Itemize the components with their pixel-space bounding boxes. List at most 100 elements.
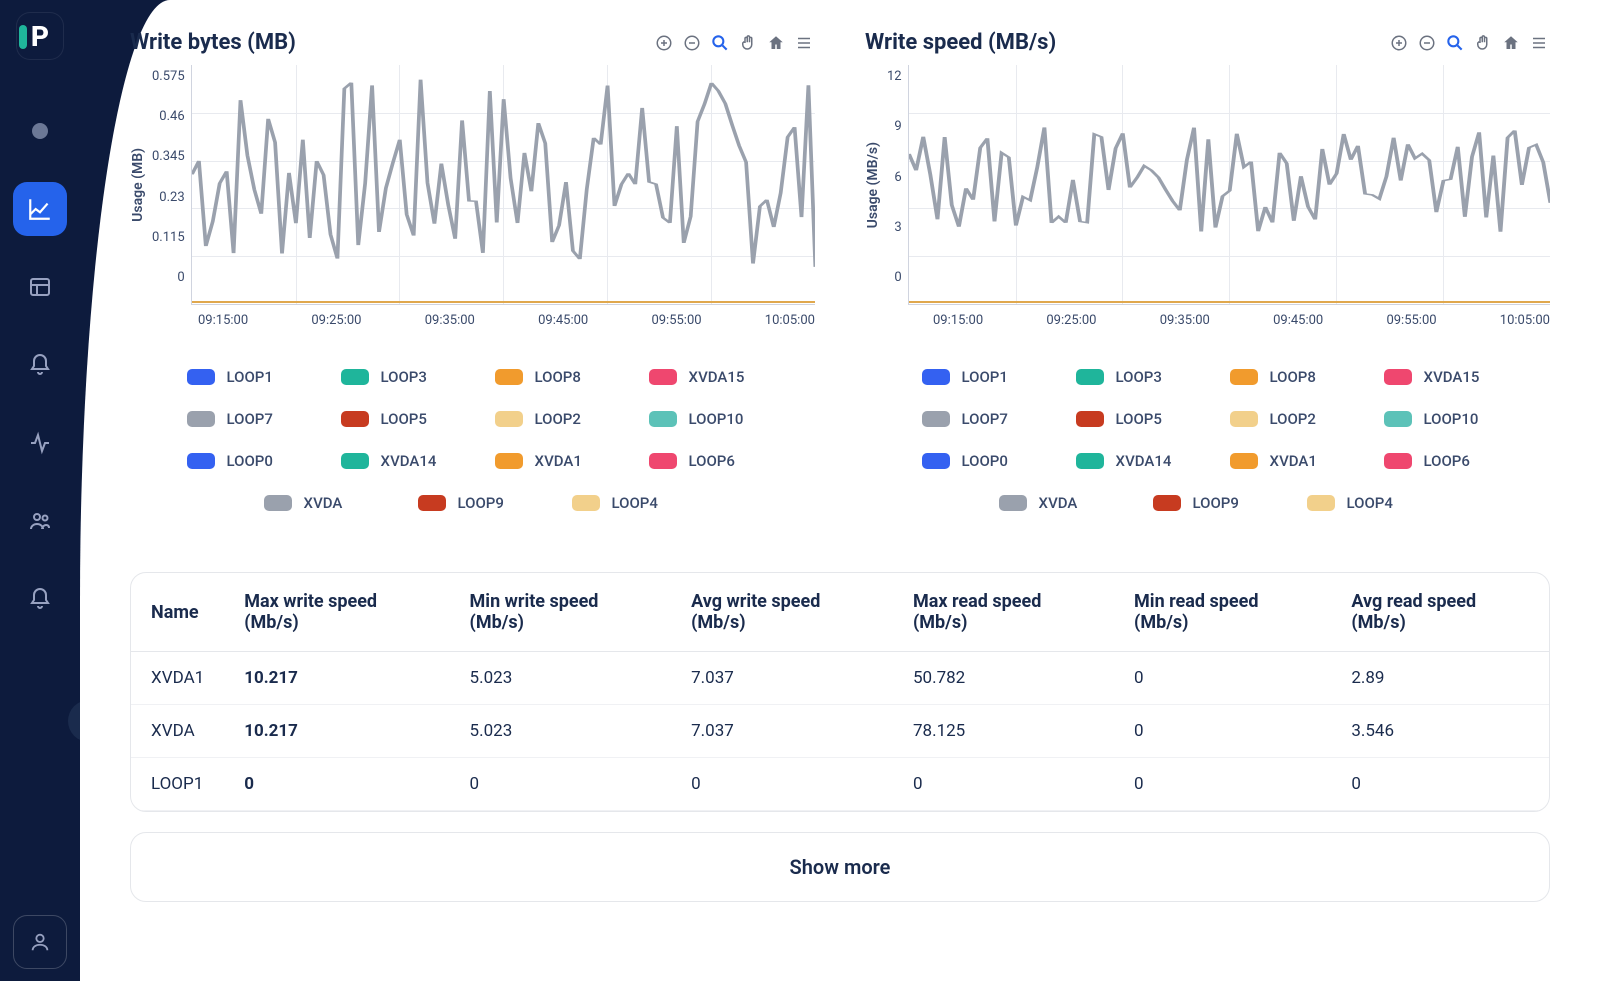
chart-toolbar bbox=[653, 32, 815, 54]
table-cell: 0 bbox=[450, 758, 672, 811]
menu-button[interactable] bbox=[793, 32, 815, 54]
minus-circle-icon bbox=[1418, 34, 1436, 52]
table-cell: 7.037 bbox=[671, 705, 893, 758]
legend-swatch bbox=[495, 411, 523, 427]
sidebar-item-alerts[interactable] bbox=[13, 338, 67, 392]
legend-label: LOOP1 bbox=[227, 368, 273, 386]
table-cell: 0 bbox=[224, 758, 449, 811]
chart-legend: LOOP1 LOOP3 LOOP8 XVDA15 LOOP7 LOOP5 LOOP2 LOOP… bbox=[130, 368, 815, 512]
sidebar-item-users[interactable] bbox=[13, 494, 67, 548]
legend-item-loop2[interactable]: LOOP2 bbox=[495, 410, 605, 428]
reset-button[interactable] bbox=[1500, 32, 1522, 54]
legend-swatch bbox=[341, 411, 369, 427]
legend-item-loop1[interactable]: LOOP1 bbox=[187, 368, 297, 386]
legend-label: LOOP5 bbox=[1116, 410, 1162, 428]
legend-swatch bbox=[1230, 453, 1258, 469]
legend-item-loop10[interactable]: LOOP10 bbox=[1384, 410, 1494, 428]
legend-swatch bbox=[1076, 411, 1104, 427]
legend-item-loop9[interactable]: LOOP9 bbox=[418, 494, 528, 512]
legend-item-loop4[interactable]: LOOP4 bbox=[572, 494, 682, 512]
reset-button[interactable] bbox=[765, 32, 787, 54]
legend-item-loop5[interactable]: LOOP5 bbox=[341, 410, 451, 428]
legend-label: LOOP3 bbox=[1116, 368, 1162, 386]
zoom-in-button[interactable] bbox=[653, 32, 675, 54]
legend-item-loop9[interactable]: LOOP9 bbox=[1153, 494, 1263, 512]
sidebar-nav bbox=[13, 104, 67, 626]
main-content: Write bytes (MB) Usage (MB) 0.5750.460 bbox=[80, 0, 1600, 932]
legend-swatch bbox=[649, 411, 677, 427]
table-row: XVDA110.2175.0237.03750.78202.89 bbox=[131, 652, 1549, 705]
legend-label: LOOP4 bbox=[612, 494, 658, 512]
zoom-in-button[interactable] bbox=[1388, 32, 1410, 54]
chart-plot-area[interactable] bbox=[191, 65, 815, 305]
sidebar-item-dashboard[interactable] bbox=[13, 260, 67, 314]
zoom-out-button[interactable] bbox=[681, 32, 703, 54]
legend-swatch bbox=[1076, 369, 1104, 385]
table-cell: 5.023 bbox=[450, 705, 672, 758]
legend-item-loop1[interactable]: LOOP1 bbox=[922, 368, 1032, 386]
chart-line-icon bbox=[27, 196, 53, 222]
sidebar: P bbox=[0, 0, 80, 981]
legend-swatch bbox=[341, 369, 369, 385]
pan-button[interactable] bbox=[737, 32, 759, 54]
chart-title: Write bytes (MB) bbox=[130, 30, 296, 55]
legend-item-loop7[interactable]: LOOP7 bbox=[922, 410, 1032, 428]
legend-item-xvda14[interactable]: XVDA14 bbox=[1076, 452, 1186, 470]
legend-swatch bbox=[1384, 369, 1412, 385]
legend-label: LOOP10 bbox=[689, 410, 744, 428]
legend-item-loop3[interactable]: LOOP3 bbox=[341, 368, 451, 386]
legend-swatch bbox=[341, 453, 369, 469]
sidebar-item-activity[interactable] bbox=[13, 416, 67, 470]
table-cell: 0 bbox=[1114, 652, 1331, 705]
legend-item-loop10[interactable]: LOOP10 bbox=[649, 410, 759, 428]
legend-label: LOOP7 bbox=[227, 410, 273, 428]
sidebar-item-metrics[interactable] bbox=[13, 182, 67, 236]
legend-label: LOOP6 bbox=[1424, 452, 1470, 470]
table-header: Avg write speed (Mb/s) bbox=[671, 573, 893, 652]
legend-item-xvda[interactable]: XVDA bbox=[264, 494, 374, 512]
zoom-selection-button[interactable] bbox=[709, 32, 731, 54]
sidebar-item-account[interactable] bbox=[13, 915, 67, 969]
sidebar-item-notifications[interactable] bbox=[13, 572, 67, 626]
legend-item-xvda1[interactable]: XVDA1 bbox=[1230, 452, 1340, 470]
chart-write-bytes: Write bytes (MB) Usage (MB) 0.5750.460 bbox=[130, 30, 815, 512]
table-header: Name bbox=[131, 573, 224, 652]
legend-item-xvda15[interactable]: XVDA15 bbox=[649, 368, 759, 386]
legend-item-xvda1[interactable]: XVDA1 bbox=[495, 452, 605, 470]
menu-button[interactable] bbox=[1528, 32, 1550, 54]
legend-item-loop0[interactable]: LOOP0 bbox=[922, 452, 1032, 470]
pan-button[interactable] bbox=[1472, 32, 1494, 54]
table-cell: 78.125 bbox=[893, 705, 1114, 758]
chart-plot-area[interactable] bbox=[908, 65, 1550, 305]
legend-item-xvda14[interactable]: XVDA14 bbox=[341, 452, 451, 470]
zoom-selection-button[interactable] bbox=[1444, 32, 1466, 54]
x-axis-ticks: 09:15:0009:25:0009:35:0009:45:0009:55:00… bbox=[198, 305, 815, 328]
legend-label: XVDA15 bbox=[689, 368, 745, 386]
legend-label: LOOP9 bbox=[1193, 494, 1239, 512]
legend-item-loop8[interactable]: LOOP8 bbox=[495, 368, 605, 386]
legend-item-loop0[interactable]: LOOP0 bbox=[187, 452, 297, 470]
sidebar-item-status[interactable] bbox=[13, 104, 67, 158]
search-icon bbox=[710, 33, 730, 53]
home-icon bbox=[767, 34, 785, 52]
legend-label: LOOP8 bbox=[535, 368, 581, 386]
table-cell: XVDA bbox=[131, 705, 224, 758]
legend-item-xvda[interactable]: XVDA bbox=[999, 494, 1109, 512]
legend-swatch bbox=[922, 369, 950, 385]
zoom-out-button[interactable] bbox=[1416, 32, 1438, 54]
legend-swatch bbox=[922, 453, 950, 469]
show-more-button[interactable]: Show more bbox=[130, 832, 1550, 902]
legend-item-loop5[interactable]: LOOP5 bbox=[1076, 410, 1186, 428]
stats-table: NameMax write speed (Mb/s)Min write spee… bbox=[130, 572, 1550, 812]
legend-item-loop7[interactable]: LOOP7 bbox=[187, 410, 297, 428]
legend-item-loop3[interactable]: LOOP3 bbox=[1076, 368, 1186, 386]
legend-item-loop4[interactable]: LOOP4 bbox=[1307, 494, 1417, 512]
legend-item-loop6[interactable]: LOOP6 bbox=[1384, 452, 1494, 470]
legend-item-loop8[interactable]: LOOP8 bbox=[1230, 368, 1340, 386]
minus-circle-icon bbox=[683, 34, 701, 52]
legend-swatch bbox=[264, 495, 292, 511]
legend-item-loop2[interactable]: LOOP2 bbox=[1230, 410, 1340, 428]
legend-item-loop6[interactable]: LOOP6 bbox=[649, 452, 759, 470]
legend-swatch bbox=[999, 495, 1027, 511]
legend-item-xvda15[interactable]: XVDA15 bbox=[1384, 368, 1494, 386]
